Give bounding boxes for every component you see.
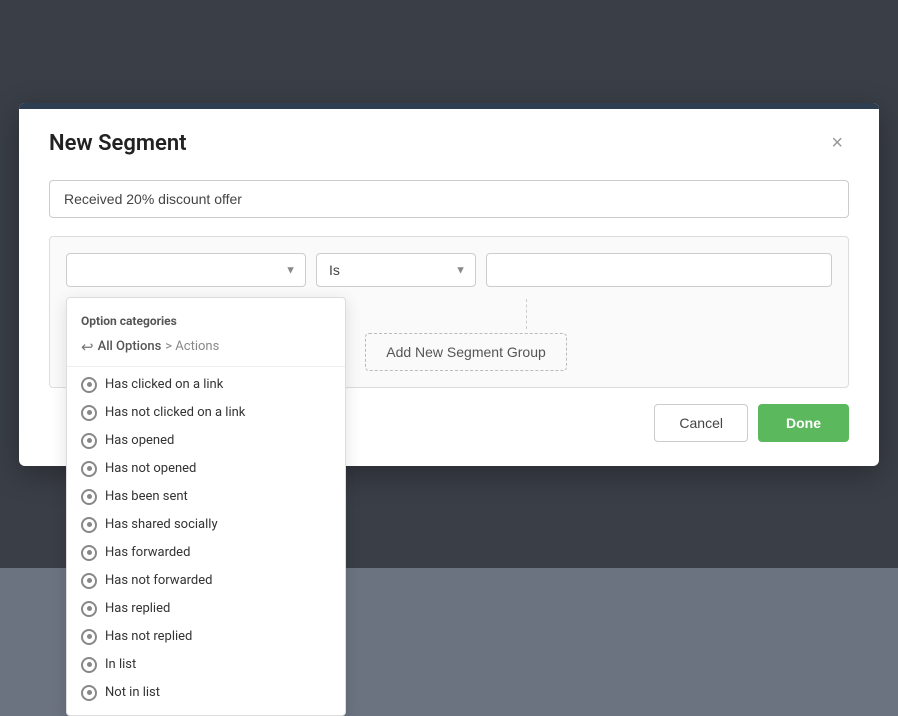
dropdown-item-label-10: In list [105, 657, 136, 672]
condition-dropdown-menu: Option categories ↩ All Options > Action… [66, 297, 346, 716]
dropdown-item-label-7: Has not forwarded [105, 573, 212, 588]
condition-type-select[interactable] [66, 253, 306, 287]
dot-icon-2 [81, 433, 97, 449]
dropdown-header: Option categories [67, 306, 345, 334]
dot-icon-0 [81, 377, 97, 393]
dropdown-item-label-4: Has been sent [105, 489, 188, 504]
dropdown-item-4[interactable]: Has been sent [67, 483, 345, 511]
dropdown-item-6[interactable]: Has forwarded [67, 539, 345, 567]
modal-header: New Segment × [49, 131, 849, 156]
conditions-box: ▼ Option categories ↩ All Options > Acti… [49, 236, 849, 388]
dropdown-item-11[interactable]: Not in list [67, 679, 345, 707]
dropdown-item-5[interactable]: Has shared socially [67, 511, 345, 539]
condition-type-wrapper[interactable]: ▼ Option categories ↩ All Options > Acti… [66, 253, 306, 287]
dot-icon-11 [81, 685, 97, 701]
dropdown-item-3[interactable]: Has not opened [67, 455, 345, 483]
dot-icon-7 [81, 573, 97, 589]
cancel-button[interactable]: Cancel [654, 404, 748, 442]
dropdown-back-item[interactable]: ↩ All Options > Actions [67, 334, 345, 367]
dropdown-item-2[interactable]: Has opened [67, 427, 345, 455]
is-select[interactable]: Is Is not [316, 253, 476, 287]
dashed-connector [526, 299, 527, 329]
dot-icon-5 [81, 517, 97, 533]
dropdown-item-label-0: Has clicked on a link [105, 377, 223, 392]
dropdown-item-label-5: Has shared socially [105, 517, 218, 532]
condition-value-input[interactable] [486, 253, 832, 287]
dropdown-item-label-1: Has not clicked on a link [105, 405, 245, 420]
close-button[interactable]: × [825, 131, 849, 155]
add-segment-group-button[interactable]: Add New Segment Group [365, 333, 567, 371]
dropdown-item-8[interactable]: Has replied [67, 595, 345, 623]
dropdown-item-1[interactable]: Has not clicked on a link [67, 399, 345, 427]
segment-name-input[interactable] [49, 180, 849, 218]
dot-icon-3 [81, 461, 97, 477]
dropdown-item-label-11: Not in list [105, 685, 160, 700]
done-button[interactable]: Done [758, 404, 849, 442]
dot-icon-9 [81, 629, 97, 645]
dropdown-item-label-6: Has forwarded [105, 545, 190, 560]
dot-icon-6 [81, 545, 97, 561]
dot-icon-1 [81, 405, 97, 421]
dropdown-item-9[interactable]: Has not replied [67, 623, 345, 651]
is-select-wrapper[interactable]: Is Is not ▼ [316, 253, 476, 287]
dropdown-item-label-2: Has opened [105, 433, 174, 448]
dropdown-back-sub: > Actions [165, 339, 219, 354]
back-arrow-icon: ↩ [81, 338, 94, 356]
new-segment-modal: New Segment × ▼ Option categories ↩ All … [19, 103, 879, 466]
dropdown-item-0[interactable]: Has clicked on a link [67, 371, 345, 399]
dot-icon-4 [81, 489, 97, 505]
dropdown-item-10[interactable]: In list [67, 651, 345, 679]
dot-icon-8 [81, 601, 97, 617]
dot-icon-10 [81, 657, 97, 673]
modal-top-bar [19, 103, 879, 109]
dropdown-item-label-3: Has not opened [105, 461, 196, 476]
dropdown-item-label-9: Has not replied [105, 629, 192, 644]
dropdown-item-label-8: Has replied [105, 601, 170, 616]
condition-row: ▼ Option categories ↩ All Options > Acti… [66, 253, 832, 287]
modal-title: New Segment [49, 131, 187, 156]
dropdown-item-7[interactable]: Has not forwarded [67, 567, 345, 595]
dropdown-back-label: All Options [98, 339, 162, 354]
